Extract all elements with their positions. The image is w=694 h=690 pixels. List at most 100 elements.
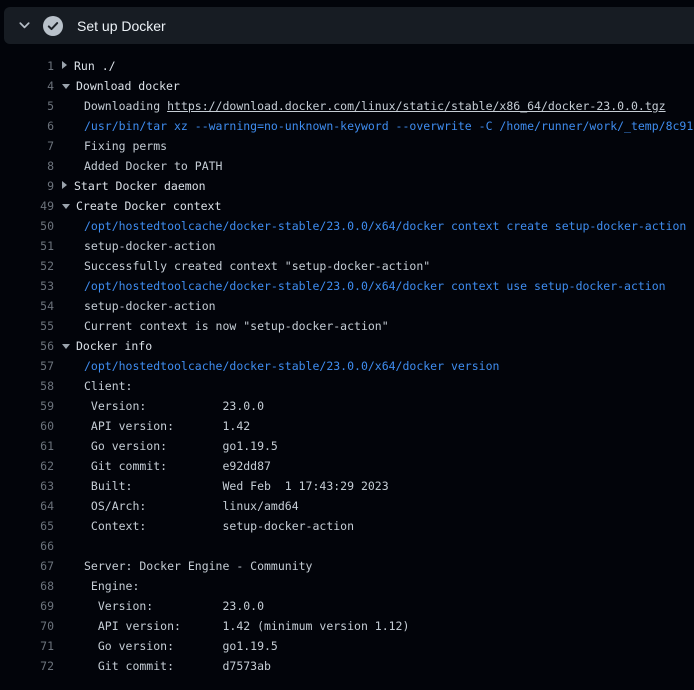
log-line: 50/opt/hostedtoolcache/docker-stable/23.… (0, 216, 694, 236)
line-number-link[interactable]: 57 (0, 356, 54, 376)
line-number-link[interactable]: 71 (0, 636, 54, 656)
line-number-link[interactable]: 55 (0, 316, 54, 336)
log-text: Fixing perms (84, 139, 167, 153)
log-text: Version: 23.0.0 (84, 399, 264, 413)
step-title: Set up Docker (77, 18, 166, 34)
log-group-header[interactable]: Start Docker daemon (62, 176, 694, 196)
line-number-link[interactable]: 6 (0, 116, 54, 136)
log-line: 51 setup-docker-action (0, 236, 694, 256)
command-text: /opt/hostedtoolcache/docker-stable/23.0.… (84, 279, 666, 293)
group-label: Download docker (76, 79, 180, 93)
step-header[interactable]: Set up Docker (4, 7, 694, 44)
log-text: Context: setup-docker-action (84, 519, 354, 533)
log-line: 54 setup-docker-action (0, 296, 694, 316)
log-command-line: /opt/hostedtoolcache/docker-stable/23.0.… (62, 276, 694, 296)
triangle-right-icon (62, 181, 67, 189)
log-line: 49 Create Docker context (0, 196, 694, 216)
log-text: Go version: go1.19.5 (84, 439, 278, 453)
line-number-link[interactable]: 49 (0, 196, 54, 216)
log-text-line: Version: 23.0.0 (62, 596, 694, 616)
line-number-link[interactable]: 65 (0, 516, 54, 536)
log-line: 60 API version: 1.42 (0, 416, 694, 436)
line-number-link[interactable]: 66 (0, 536, 54, 556)
log-text: Successfully created context "setup-dock… (84, 259, 430, 273)
line-number-link[interactable]: 59 (0, 396, 54, 416)
log-line: 7 Fixing perms (0, 136, 694, 156)
log-command-line: /usr/bin/tar xz --warning=no-unknown-key… (62, 116, 694, 136)
log-text-line: Server: Docker Engine - Community (62, 556, 694, 576)
log-line: 70 API version: 1.42 (minimum version 1.… (0, 616, 694, 636)
log-group-header[interactable]: Download docker (62, 76, 694, 96)
log-text: setup-docker-action (84, 239, 216, 253)
line-number-link[interactable]: 69 (0, 596, 54, 616)
line-number-link[interactable]: 56 (0, 336, 54, 356)
log-text: setup-docker-action (84, 299, 216, 313)
line-number-link[interactable]: 4 (0, 76, 54, 96)
command-text: /usr/bin/tar xz --warning=no-unknown-key… (84, 119, 693, 133)
log-line: 65 Context: setup-docker-action (0, 516, 694, 536)
log-text-line (62, 536, 694, 556)
log-line: 67 Server: Docker Engine - Community (0, 556, 694, 576)
line-number-link[interactable]: 8 (0, 156, 54, 176)
command-text: /opt/hostedtoolcache/docker-stable/23.0.… (84, 359, 499, 373)
log-text: Engine: (84, 579, 139, 593)
log-line: 4 Download docker (0, 76, 694, 96)
command-text: /opt/hostedtoolcache/docker-stable/23.0.… (84, 219, 686, 233)
triangle-down-icon (62, 204, 70, 209)
log-text-line: Fixing perms (62, 136, 694, 156)
line-number-link[interactable]: 9 (0, 176, 54, 196)
triangle-down-icon (62, 344, 70, 349)
line-number-link[interactable]: 1 (0, 56, 54, 76)
line-number-link[interactable]: 51 (0, 236, 54, 256)
log-line: 62 Git commit: e92dd87 (0, 456, 694, 476)
line-number-link[interactable]: 63 (0, 476, 54, 496)
log-line: 58 Client: (0, 376, 694, 396)
log-line: 68 Engine: (0, 576, 694, 596)
log-lines: 1 Run ./ 4 Download docker 5 Downloading http… (0, 44, 694, 676)
log-text-line: Added Docker to PATH (62, 156, 694, 176)
line-number-link[interactable]: 50 (0, 216, 54, 236)
log-url-link[interactable]: https://download.docker.com/linux/static… (167, 99, 666, 113)
line-number-link[interactable]: 58 (0, 376, 54, 396)
log-line: 64 OS/Arch: linux/amd64 (0, 496, 694, 516)
line-number-link[interactable]: 61 (0, 436, 54, 456)
log-text-line: Client: (62, 376, 694, 396)
line-number-link[interactable]: 60 (0, 416, 54, 436)
log-line: 1 Run ./ (0, 56, 694, 76)
log-text-line: Current context is now "setup-docker-act… (62, 316, 694, 336)
log-text-line: OS/Arch: linux/amd64 (62, 496, 694, 516)
line-number-link[interactable]: 54 (0, 296, 54, 316)
line-number-link[interactable]: 67 (0, 556, 54, 576)
log-group-header[interactable]: Docker info (62, 336, 694, 356)
line-number-link[interactable]: 5 (0, 96, 54, 116)
log-text: API version: 1.42 (84, 419, 250, 433)
line-number-link[interactable]: 7 (0, 136, 54, 156)
log-text-line: Successfully created context "setup-dock… (62, 256, 694, 276)
log-text-line: Git commit: d7573ab (62, 656, 694, 676)
log-text: Git commit: d7573ab (84, 659, 271, 673)
line-number-link[interactable]: 64 (0, 496, 54, 516)
log-text: Go version: go1.19.5 (84, 639, 278, 653)
line-number-link[interactable]: 72 (0, 656, 54, 676)
log-line: 9 Start Docker daemon (0, 176, 694, 196)
log-group-header[interactable]: Create Docker context (62, 196, 694, 216)
log-text-line: Built: Wed Feb 1 17:43:29 2023 (62, 476, 694, 496)
chevron-down-icon[interactable] (17, 18, 32, 33)
log-line: 53/opt/hostedtoolcache/docker-stable/23.… (0, 276, 694, 296)
log-text-line: setup-docker-action (62, 296, 694, 316)
line-number-link[interactable]: 62 (0, 456, 54, 476)
log-line: 57/opt/hostedtoolcache/docker-stable/23.… (0, 356, 694, 376)
line-number-link[interactable]: 68 (0, 576, 54, 596)
line-number-link[interactable]: 53 (0, 276, 54, 296)
log-group-header[interactable]: Run ./ (62, 56, 694, 76)
triangle-right-icon (62, 61, 67, 69)
line-number-link[interactable]: 70 (0, 616, 54, 636)
line-number-link[interactable]: 52 (0, 256, 54, 276)
log-text-line: Version: 23.0.0 (62, 396, 694, 416)
log-text-line: Downloading https://download.docker.com/… (62, 96, 694, 116)
log-line: 5 Downloading https://download.docker.com… (0, 96, 694, 116)
log-text-line: Engine: (62, 576, 694, 596)
log-text: Git commit: e92dd87 (84, 459, 271, 473)
log-text-line: Git commit: e92dd87 (62, 456, 694, 476)
log-text: Added Docker to PATH (84, 159, 222, 173)
